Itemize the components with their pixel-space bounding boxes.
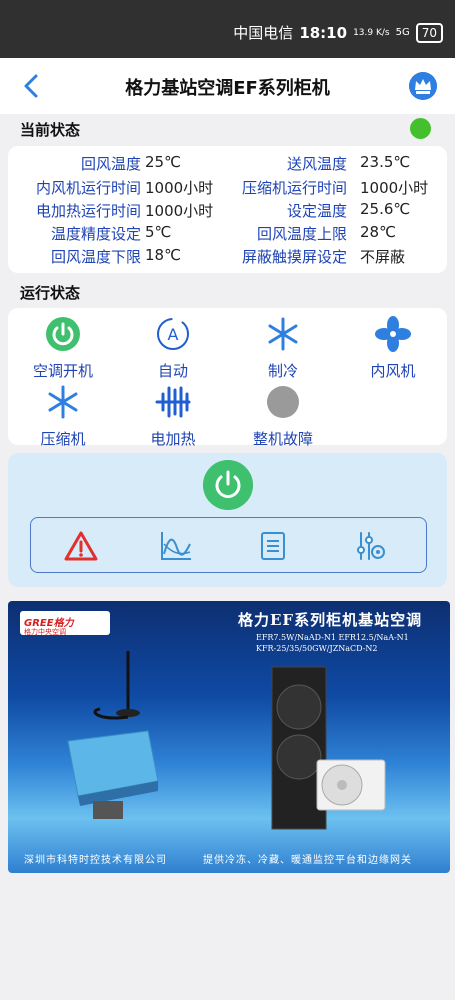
page-title: 格力基站空调EF系列柜机 [125,78,330,99]
run-item-label: 自动 [157,362,188,380]
run-item-label: 内风机 [370,362,416,380]
banner-title: 格力EF系列柜机基站空调 [238,611,423,629]
return-temp-lower-label: 回风温度下限 [50,248,141,266]
title-bar: 格力基站空调EF系列柜机 [0,58,455,114]
battery-indicator: 70 [415,22,443,43]
return-temp-upper-label: 回风温度上限 [256,225,347,243]
run-status-card: 空调开机 A 自动 制冷 内风机 压缩机 电加热 整机故障 [8,308,447,448]
return-temp-upper-value: 28℃ [360,223,396,241]
system-status-bar: 中国电信 18:10 13.9 K/s 5G 70 [0,0,455,58]
network-speed: 13.9 K/s [353,27,390,38]
touchscreen-lock-value: 不屏蔽 [360,248,406,266]
current-status-heading: 当前状态 [20,121,81,139]
tool-bar [30,517,427,573]
promo-banner[interactable]: GREE格力 格力中央空调 格力EF系列柜机基站空调 EFR7.5W/NaAD-… [8,601,450,873]
settings-sliders-icon[interactable] [353,530,387,562]
control-panel [8,453,447,587]
compressor-runtime-label: 压缩机运行时间 [241,179,347,197]
chart-icon[interactable] [159,530,193,562]
svg-text:A: A [168,325,179,344]
run-item-heater: 电加热 [128,384,218,449]
banner-models-1: EFR7.5W/NaAD-N1 EFR12.5/NaA-N1 [256,633,409,642]
carrier-name: 中国电信 [233,24,294,42]
temp-precision-label: 温度精度设定 [50,225,141,243]
fault-indicator-icon [267,386,299,418]
run-item-label: 整机故障 [252,430,313,448]
gateway-device-image [67,651,159,819]
run-item-fault: 整机故障 [238,384,328,449]
clock: 18:10 [299,23,348,42]
run-item-label: 电加热 [150,430,196,448]
power-on-icon [46,317,80,351]
snowflake-icon [268,317,298,351]
run-item-power: 空调开机 [18,316,108,381]
indoor-fan-runtime-label: 内风机运行时间 [35,179,141,197]
run-item-indoor-fan: 内风机 [348,316,438,381]
run-item-label: 空调开机 [32,362,93,380]
crown-icon[interactable] [409,72,437,100]
return-air-temp-value: 25℃ [145,153,181,171]
set-temp-value: 25.6℃ [360,200,411,218]
set-temp-label: 设定温度 [286,202,347,220]
supply-air-temp-label: 送风温度 [286,155,347,173]
temp-precision-value: 5℃ [145,223,172,241]
supply-air-temp-value: 23.5℃ [360,153,411,171]
auto-mode-icon: A [157,318,189,350]
alarm-icon[interactable] [64,530,98,562]
run-item-label: 压缩机 [40,430,86,448]
outdoor-unit-image [316,759,386,811]
list-icon[interactable] [256,530,290,562]
run-item-auto: A 自动 [128,316,218,381]
banner-models-2: KFR-25/35/50GW/JZNaCD-N2 [256,644,378,653]
network-type: 5G [395,27,410,38]
status-bar-content: 中国电信 18:10 13.9 K/s 5G 70 [233,22,443,43]
heater-icon [155,386,191,418]
status-indicator [410,118,431,139]
power-icon[interactable] [203,460,253,510]
banner-footer-company: 深圳市科特时控技术有限公司 [24,855,167,866]
heater-runtime-label: 电加热运行时间 [35,202,141,220]
banner-footer-slogan: 提供冷冻、冷藏、暖通监控平台和边缘网关 [203,855,412,866]
run-status-heading: 运行状态 [20,284,81,302]
run-item-compressor: 压缩机 [18,384,108,449]
gree-logo-sub: 格力中央空调 [24,628,66,636]
return-air-temp-label: 回风温度 [80,155,141,173]
run-item-cooling: 制冷 [238,316,328,381]
return-temp-lower-value: 18℃ [145,246,181,264]
heater-runtime-value: 1000小时 [145,202,214,220]
current-status-card: 回风温度 25℃ 送风温度 23.5℃ 内风机运行时间 1000小时 压缩机运行… [8,146,447,273]
snowflake-icon [48,385,78,419]
indoor-fan-runtime-value: 1000小时 [145,179,214,197]
compressor-runtime-value: 1000小时 [360,179,429,197]
run-item-label: 制冷 [267,362,298,380]
touchscreen-lock-label: 屏蔽触摸屏设定 [241,248,347,266]
fan-icon [375,316,411,352]
